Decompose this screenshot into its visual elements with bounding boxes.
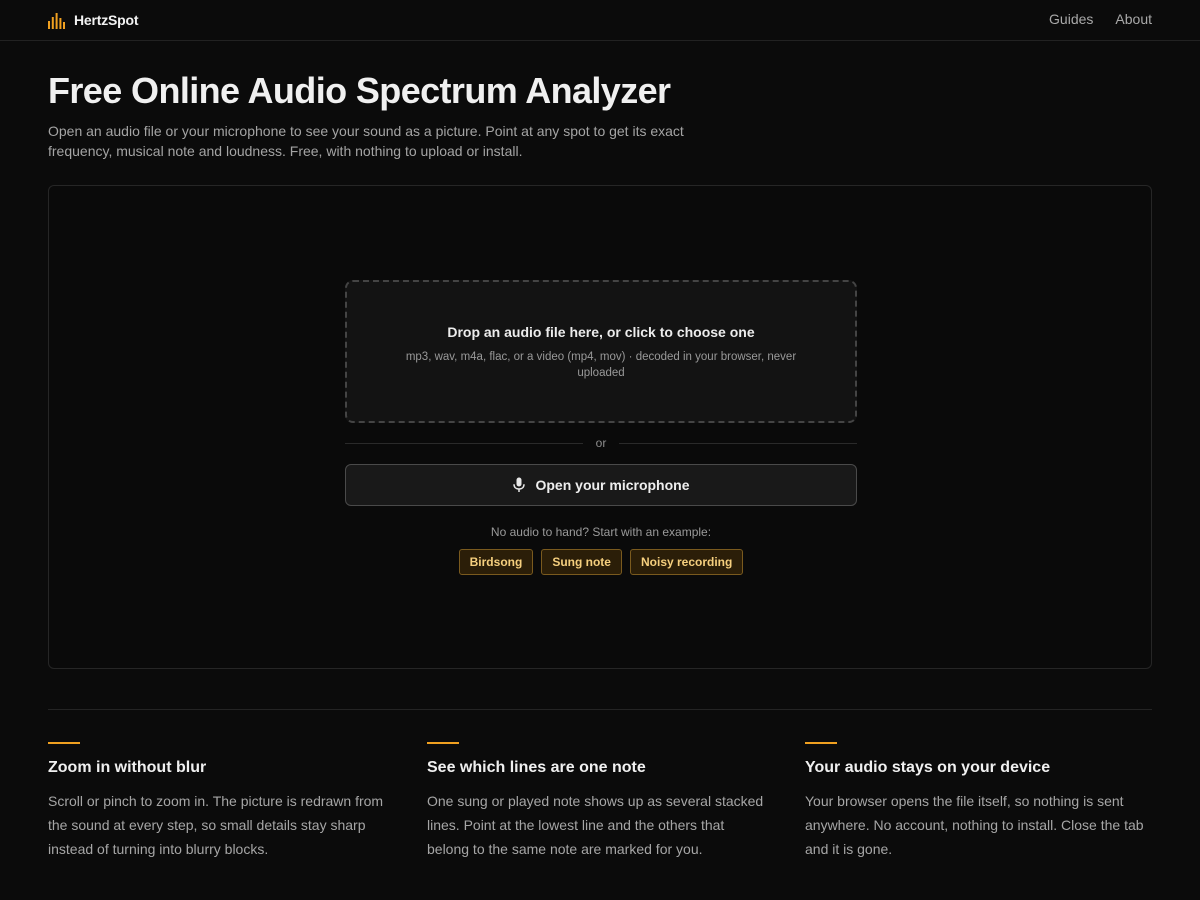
page-title: Free Online Audio Spectrum Analyzer xyxy=(48,70,671,111)
main-nav: Guides About xyxy=(1049,11,1152,27)
example-sung-note-button[interactable]: Sung note xyxy=(541,549,622,575)
or-label: or xyxy=(595,436,607,450)
or-divider: or xyxy=(345,435,857,451)
dropzone-subtitle: mp3, wav, m4a, flac, or a video (mp4, mo… xyxy=(405,351,797,379)
feature-harmonics: See which lines are one note One sung or… xyxy=(427,742,767,861)
top-bar: HertzSpot Guides About xyxy=(0,0,1200,41)
nav-about[interactable]: About xyxy=(1115,11,1152,27)
feature-accent-bar xyxy=(48,742,80,744)
example-birdsong-button[interactable]: Birdsong xyxy=(458,549,534,575)
or-line-left xyxy=(345,442,583,444)
feature-body: One sung or played note shows up as seve… xyxy=(427,793,764,857)
brand-link[interactable]: HertzSpot xyxy=(48,11,139,29)
microphone-button-label: Open your microphone xyxy=(535,477,690,493)
example-list: Birdsong Sung note Noisy recording xyxy=(345,549,857,575)
file-dropzone[interactable]: Drop an audio file here, or click to cho… xyxy=(345,280,857,423)
feature-body: Your browser opens the file itself, so n… xyxy=(805,793,1144,857)
examples-label: No audio to hand? Start with an example: xyxy=(490,525,712,539)
feature-title: See which lines are one note xyxy=(427,759,646,776)
feature-title: Zoom in without blur xyxy=(48,759,207,776)
feature-accent-bar xyxy=(427,742,459,744)
or-line-right xyxy=(619,442,857,444)
feature-title: Your audio stays on your device xyxy=(805,759,1051,776)
feature-zoom: Zoom in without blur Scroll or pinch to … xyxy=(48,742,388,861)
feature-accent-bar xyxy=(805,742,837,744)
feature-privacy: Your audio stays on your device Your bro… xyxy=(805,742,1145,861)
analyzer-panel: Drop an audio file here, or click to cho… xyxy=(48,185,1152,669)
dropzone-title: Drop an audio file here, or click to cho… xyxy=(447,324,755,340)
intro-text: Open an audio file or your microphone to… xyxy=(48,123,684,159)
example-noisy-recording-button[interactable]: Noisy recording xyxy=(629,549,744,575)
section-divider xyxy=(48,709,1152,710)
open-microphone-button[interactable]: Open your microphone xyxy=(345,464,857,506)
brand-name: HertzSpot xyxy=(74,12,139,28)
bars-logo-icon xyxy=(48,12,65,29)
feature-body: Scroll or pinch to zoom in. The picture … xyxy=(48,793,384,857)
nav-guides[interactable]: Guides xyxy=(1049,11,1093,27)
microphone-icon xyxy=(513,477,526,492)
